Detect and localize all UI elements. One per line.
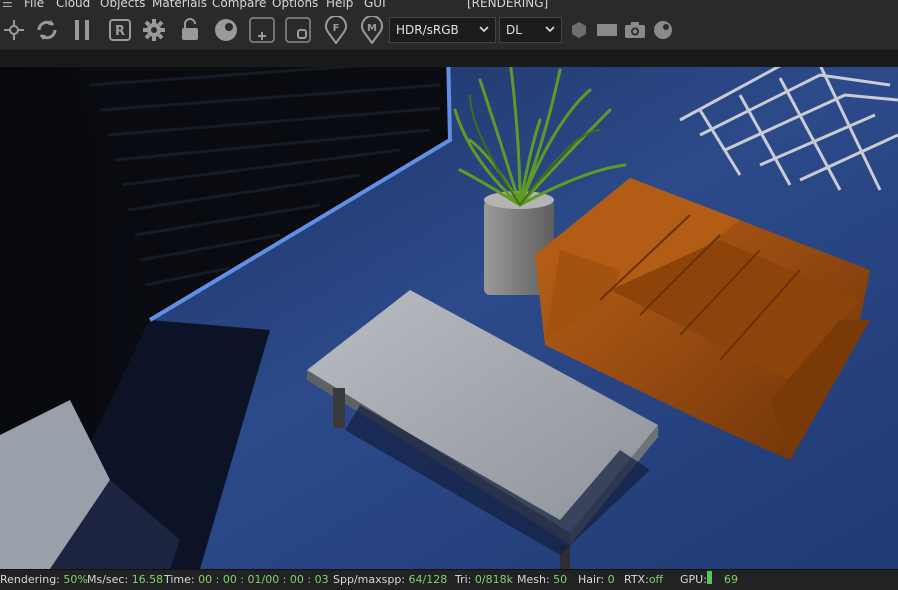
svg-text:R: R bbox=[115, 24, 125, 39]
spp-status: Spp/maxspp: 64/128 bbox=[333, 573, 447, 586]
sphere-icon[interactable] bbox=[212, 16, 240, 44]
pause-icon[interactable] bbox=[68, 16, 96, 44]
ms-value: 16.58 bbox=[131, 573, 164, 586]
render-image bbox=[0, 51, 898, 569]
chevron-down-icon bbox=[479, 26, 489, 33]
gpu-value-text: 69 bbox=[724, 573, 738, 586]
rendering-status: Rendering: 50% bbox=[0, 573, 88, 586]
chevron-down-icon bbox=[545, 26, 555, 33]
refresh-icon[interactable] bbox=[33, 16, 61, 44]
menu-options[interactable]: Options bbox=[272, 0, 318, 10]
cube-icon[interactable] bbox=[565, 16, 593, 44]
spp-value: 64/128 bbox=[408, 573, 448, 586]
camera-icon[interactable] bbox=[621, 16, 649, 44]
kernel-select[interactable]: DL bbox=[499, 17, 562, 43]
gpu-value: 69 bbox=[724, 573, 738, 586]
mesh-value: 50 bbox=[553, 573, 568, 586]
menu-gui[interactable]: GUI bbox=[364, 0, 386, 10]
rendering-title: [RENDERING] bbox=[467, 0, 549, 10]
rendering-label: Rendering: bbox=[0, 573, 60, 586]
rendering-value: 50% bbox=[63, 573, 88, 586]
viewport-top-strip bbox=[0, 51, 898, 67]
gear-icon[interactable] bbox=[140, 16, 168, 44]
menu-help[interactable]: Help bbox=[326, 0, 353, 10]
svg-text:M: M bbox=[367, 23, 377, 34]
film-region-icon[interactable] bbox=[284, 16, 312, 44]
toolbar: R F M HDR/sRGB DL bbox=[0, 10, 898, 51]
time-label: Time: bbox=[164, 573, 195, 586]
status-bar: Rendering: 50% Ms/sec: 16.58 Time: 00 : … bbox=[0, 569, 898, 590]
tri-label: Tri: bbox=[455, 573, 472, 586]
ms-label: Ms/sec: bbox=[87, 573, 129, 586]
film-icon[interactable] bbox=[593, 16, 621, 44]
gpu-usage-bar bbox=[707, 571, 712, 584]
rtx-status: RTX:off bbox=[624, 573, 663, 586]
menu-cloud[interactable]: Cloud bbox=[56, 0, 90, 10]
time-status: Time: 00 : 00 : 01/00 : 00 : 03 bbox=[164, 573, 329, 586]
tri-status: Tri: 0/818k bbox=[455, 573, 513, 586]
tone-mapping-value: HDR/sRGB bbox=[396, 23, 459, 37]
focus-pick-icon[interactable]: F bbox=[322, 16, 350, 44]
hair-status: Hair: 0 bbox=[578, 573, 615, 586]
hair-label: Hair: bbox=[578, 573, 605, 586]
hair-value: 0 bbox=[607, 573, 615, 586]
pin-icon[interactable] bbox=[0, 16, 28, 44]
rtx-label: RTX: bbox=[624, 573, 649, 586]
hamburger-icon[interactable]: ☰ bbox=[2, 0, 13, 10]
time-value: 00 : 00 : 01/00 : 00 : 03 bbox=[198, 573, 329, 586]
mesh-status: Mesh: 50 bbox=[517, 573, 567, 586]
spp-label: Spp/maxspp: bbox=[333, 573, 406, 586]
rtx-value: off bbox=[648, 573, 664, 586]
menu-materials[interactable]: Materials bbox=[152, 0, 207, 10]
menu-compare[interactable]: Compare bbox=[212, 0, 266, 10]
mesh-label: Mesh: bbox=[517, 573, 550, 586]
ms-status: Ms/sec: 16.58 bbox=[87, 573, 163, 586]
menu-objects[interactable]: Objects bbox=[100, 0, 145, 10]
tone-mapping-select[interactable]: HDR/sRGB bbox=[389, 17, 496, 43]
material-pick-icon[interactable]: M bbox=[358, 16, 386, 44]
gpu-label: GPU: bbox=[680, 573, 707, 586]
tri-value: 0/818k bbox=[474, 573, 513, 586]
menu-bar: ☰ File Cloud Objects Materials Compare O… bbox=[0, 0, 898, 10]
menu-file[interactable]: File bbox=[24, 0, 44, 10]
add-region-icon[interactable] bbox=[248, 16, 276, 44]
svg-text:F: F bbox=[333, 23, 340, 34]
kernel-value: DL bbox=[506, 23, 522, 37]
render-viewport[interactable] bbox=[0, 51, 898, 569]
lock-icon[interactable] bbox=[176, 16, 204, 44]
material-ball-icon[interactable] bbox=[649, 16, 677, 44]
region-icon[interactable]: R bbox=[106, 16, 134, 44]
